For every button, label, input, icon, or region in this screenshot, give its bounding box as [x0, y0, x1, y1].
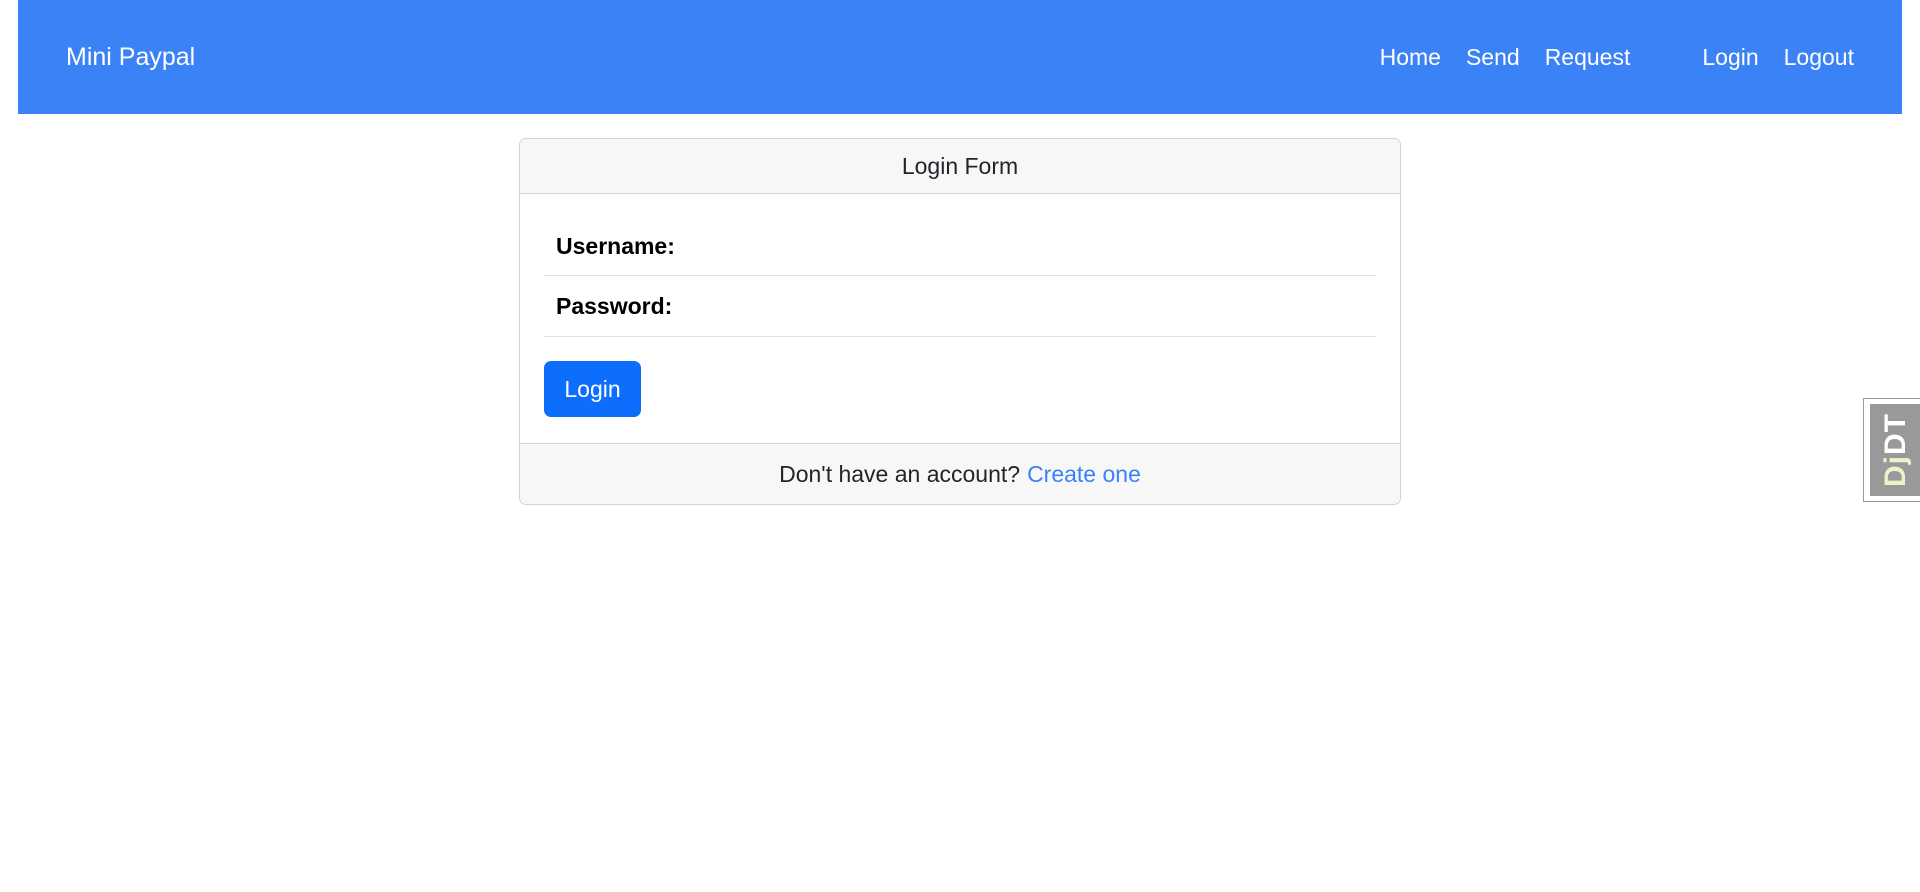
login-card-footer: Don't have an account? Create one	[520, 443, 1400, 504]
nav-send-link[interactable]: Send	[1466, 44, 1520, 71]
create-account-link[interactable]: Create one	[1027, 461, 1141, 488]
footer-text: Don't have an account?	[779, 460, 1021, 487]
debug-toolbar-suffix: DT	[1878, 413, 1912, 455]
login-form: Username: Password: Login	[520, 194, 1400, 444]
login-card: Login Form Username: Password: Login Don…	[519, 138, 1401, 505]
debug-toolbar-prefix: Dj	[1878, 455, 1912, 487]
debug-toolbar-logo: DjDT	[1870, 404, 1920, 496]
debug-toolbar-label: DjDT	[1879, 413, 1913, 487]
nav-request-link[interactable]: Request	[1545, 44, 1631, 71]
top-navbar: Mini Paypal Home Send Request Login Logo…	[18, 0, 1902, 114]
password-input[interactable]	[684, 286, 1376, 326]
login-submit-button[interactable]: Login	[544, 361, 641, 417]
password-label: Password:	[556, 292, 673, 319]
auth-nav: Login Logout	[1677, 44, 1854, 71]
nav-logout-link[interactable]: Logout	[1784, 44, 1854, 71]
password-row: Password:	[544, 276, 1376, 337]
username-label: Username:	[556, 233, 675, 259]
username-row: Username:	[544, 218, 1376, 276]
login-card-header: Login Form	[520, 139, 1400, 194]
debug-toolbar-handle[interactable]: DjDT	[1863, 398, 1920, 502]
brand-link[interactable]: Mini Paypal	[66, 43, 195, 72]
username-input[interactable]	[686, 226, 1376, 267]
main-nav: Home Send Request	[1355, 44, 1631, 71]
nav-home-link[interactable]: Home	[1380, 44, 1441, 71]
nav-login-link[interactable]: Login	[1702, 44, 1758, 71]
